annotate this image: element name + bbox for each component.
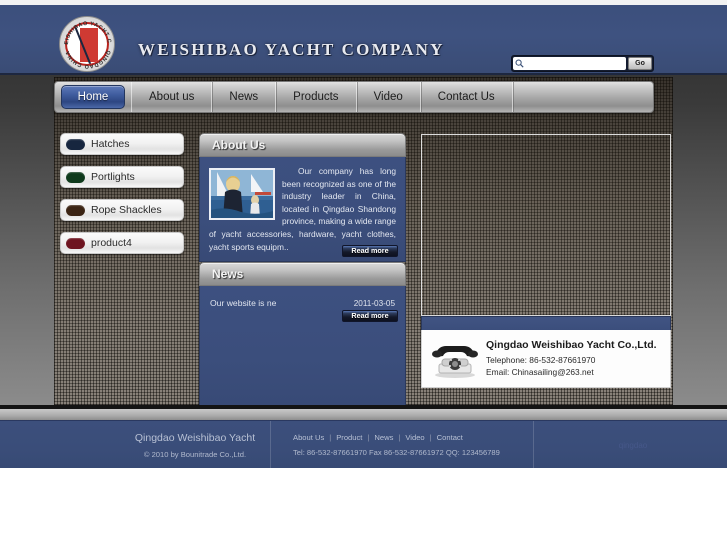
footer-link-divider: | — [429, 433, 432, 442]
site-logo[interactable]: WEISHIBAO YACHT CO. QINGDAO CHINA — [59, 16, 115, 72]
sidebar-item-product4[interactable]: product4 — [60, 232, 184, 254]
sidebar-item-label: Rope Shackles — [91, 204, 162, 216]
search-box[interactable]: Go — [511, 55, 654, 72]
news-list-item[interactable]: Our website is ne 2011-03-05 — [210, 298, 395, 308]
footer-brand-name: Qingdao Weishibao Yacht — [134, 431, 256, 444]
nav-item-home-wrap[interactable]: Home — [55, 82, 132, 112]
nav-item-news[interactable]: News — [212, 82, 277, 112]
product-category-sidebar: Hatches Portlights Rope Shackles product… — [60, 133, 184, 265]
about-us-panel-title: About Us — [212, 138, 266, 152]
search-icon — [515, 59, 524, 68]
sailing-photo-graphic — [211, 170, 273, 218]
nav-item-products[interactable]: Products — [276, 82, 357, 112]
category-color-swatch — [66, 138, 85, 150]
contact-info-panel: Qingdao Weishibao Yacht Co.,Ltd. Telepho… — [421, 316, 671, 388]
category-color-swatch — [66, 204, 85, 216]
footer-link-divider: | — [398, 433, 401, 442]
footer-link-video[interactable]: Video — [405, 433, 424, 442]
contact-company-name: Qingdao Weishibao Yacht Co.,Ltd. — [486, 339, 657, 351]
footer-link-about-us[interactable]: About Us — [293, 433, 324, 442]
contact-telephone: Telephone: 86-532-87661970 — [486, 355, 596, 365]
category-color-swatch — [66, 237, 85, 249]
telephone-icon — [430, 339, 482, 379]
news-panel-body: Our website is ne 2011-03-05 Read more — [199, 286, 406, 407]
footer-link-product[interactable]: Product — [336, 433, 362, 442]
contact-info-panel-header — [421, 316, 671, 330]
about-us-panel-body: Our company has long been recognized as … — [199, 157, 406, 262]
contact-info-panel-body: Qingdao Weishibao Yacht Co.,Ltd. Telepho… — [421, 330, 671, 388]
footer-watermark-column: qingdao — [548, 421, 718, 469]
news-panel-title: News — [212, 267, 244, 281]
main-navigation: Home About us News Products Video Contac… — [54, 81, 654, 113]
about-us-panel: About Us Our company has long been recog… — [199, 133, 406, 262]
contact-email: Email: Chinasailing@263.net — [486, 367, 594, 377]
sailing-photo — [209, 168, 275, 220]
sidebar-item-rope-shackles[interactable]: Rope Shackles — [60, 199, 184, 221]
svg-text:QINGDAO CHINA: QINGDAO CHINA — [65, 49, 111, 69]
footer-watermark-text: qingdao — [618, 440, 648, 450]
site-header: WEISHIBAO YACHT CO. QINGDAO CHINA WEISHI… — [0, 5, 727, 75]
news-panel-header: News — [199, 262, 406, 286]
search-input[interactable] — [525, 58, 626, 69]
footer-link-news[interactable]: News — [374, 433, 393, 442]
nav-item-contact-us[interactable]: Contact Us — [421, 82, 513, 112]
footer-separator-grey — [0, 409, 727, 420]
footer-link-contact[interactable]: Contact — [437, 433, 463, 442]
about-us-read-more-button[interactable]: Read more — [342, 245, 398, 257]
nav-item-home[interactable]: Home — [61, 85, 125, 109]
about-us-panel-header: About Us — [199, 133, 406, 157]
category-color-swatch — [66, 171, 85, 183]
site-title: WEISHIBAO YACHT COMPANY — [138, 40, 445, 59]
svg-text:WEISHIBAO YACHT CO.: WEISHIBAO YACHT CO. — [60, 17, 112, 45]
right-content-panel — [421, 134, 671, 316]
footer-link-divider: | — [329, 433, 332, 442]
sidebar-item-portlights[interactable]: Portlights — [60, 166, 184, 188]
news-panel: News Our website is ne 2011-03-05 Read m… — [199, 262, 406, 407]
footer-contact-line: Tel: 86-532-87661970 Fax 86-532-87661972… — [293, 448, 500, 457]
sidebar-item-hatches[interactable]: Hatches — [60, 133, 184, 155]
nav-item-about-us[interactable]: About us — [132, 82, 213, 112]
logo-arc-text-icon: WEISHIBAO YACHT CO. QINGDAO CHINA — [60, 17, 112, 69]
footer-copyright: © 2010 by Bounitrade Co.,Ltd. — [143, 449, 247, 459]
search-go-button[interactable]: Go — [628, 57, 652, 70]
sidebar-item-label: Portlights — [91, 171, 135, 183]
search-field[interactable] — [513, 57, 626, 70]
footer-brand-column: Qingdao Weishibao Yacht © 2010 by Bounit… — [120, 421, 271, 469]
sidebar-item-label: Hatches — [91, 138, 130, 150]
news-item-title[interactable]: Our website is ne — [210, 298, 276, 308]
footer-link-divider: | — [367, 433, 370, 442]
page-root: WEISHIBAO YACHT CO. QINGDAO CHINA WEISHI… — [0, 0, 727, 545]
site-footer: Qingdao Weishibao Yacht © 2010 by Bounit… — [0, 420, 727, 469]
news-read-more-button[interactable]: Read more — [342, 310, 398, 322]
footer-navigation: About Us | Product | News | Video | Cont… — [293, 433, 463, 442]
sidebar-item-label: product4 — [91, 237, 132, 249]
news-item-date: 2011-03-05 — [353, 299, 395, 308]
footer-links-column: About Us | Product | News | Video | Cont… — [285, 421, 534, 469]
contact-details: Qingdao Weishibao Yacht Co.,Ltd. Telepho… — [486, 339, 662, 378]
nav-item-video[interactable]: Video — [357, 82, 421, 112]
